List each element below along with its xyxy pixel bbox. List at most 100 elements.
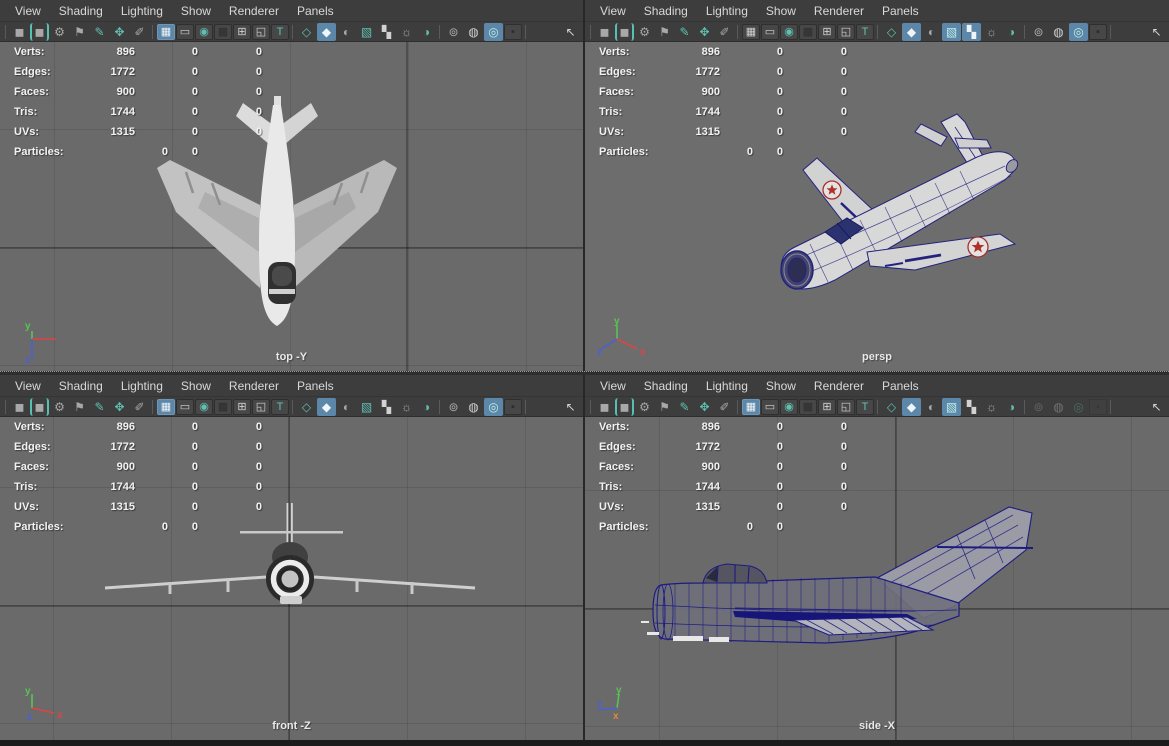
menu-show[interactable]: Show [757,2,805,20]
menu-shading[interactable]: Shading [50,377,112,395]
light-bulb-icon[interactable]: ☼ [982,23,1001,41]
multisample-icon[interactable]: ◎ [1069,22,1088,41]
menu-shading[interactable]: Shading [635,2,697,20]
pivot-tool-icon[interactable]: ✥ [695,23,714,41]
shaded-cube-icon[interactable]: ◆ [902,22,921,41]
motion-blur-icon[interactable]: ◍ [1049,23,1068,41]
menu-lighting[interactable]: Lighting [112,2,172,20]
select-camera-icon[interactable]: ◼ [10,23,29,41]
light-bulb-icon[interactable]: ☼ [397,398,416,416]
camera-attributes-icon[interactable]: ◼ [615,397,634,416]
menu-panels[interactable]: Panels [288,377,343,395]
menu-renderer[interactable]: Renderer [805,2,873,20]
resolution-gate-icon[interactable]: ◉ [780,398,798,415]
grease-pencil-icon[interactable]: ✎ [90,23,109,41]
multisample-icon[interactable]: ◎ [484,397,503,416]
camera-attributes-icon[interactable]: ◼ [30,397,49,416]
bookmark-icon[interactable]: ⚑ [70,23,89,41]
motion-blur-icon[interactable]: ◍ [464,23,483,41]
shadows-sphere-icon[interactable]: ◑ [417,23,436,41]
bookmark-icon[interactable]: ⚑ [655,23,674,41]
wireframe-cube-icon[interactable]: ◇ [297,398,316,416]
menu-lighting[interactable]: Lighting [112,377,172,395]
checker-ball-icon[interactable]: ▚ [962,398,981,416]
camera-attributes-icon[interactable]: ◼ [30,22,49,41]
shadows-sphere-icon[interactable]: ◑ [417,398,436,416]
shaded-cube-icon[interactable]: ◆ [902,397,921,416]
safe-title-icon[interactable]: T [271,23,289,40]
isolate-select-icon[interactable]: ↖ [1147,398,1166,416]
wireframe-cube-icon[interactable]: ◇ [297,23,316,41]
grease-pencil-icon[interactable]: ✎ [675,398,694,416]
menu-view[interactable]: View [591,377,635,395]
camera-settings-icon[interactable]: ⚙ [635,23,654,41]
menu-lighting[interactable]: Lighting [697,2,757,20]
pivot-tool-icon[interactable]: ✥ [695,398,714,416]
safe-title-icon[interactable]: T [856,23,874,40]
isolate-select-icon[interactable]: ↖ [561,398,580,416]
menu-panels[interactable]: Panels [288,2,343,20]
motion-blur-icon[interactable]: ◍ [1049,398,1068,416]
depth-of-field-icon[interactable]: ▪ [1089,398,1107,415]
grid-icon[interactable]: ▦ [742,398,760,415]
motion-blur-icon[interactable]: ◍ [464,398,483,416]
select-camera-icon[interactable]: ◼ [595,23,614,41]
shaded-cube-icon[interactable]: ◆ [317,22,336,41]
isolate-select-icon[interactable]: ↖ [561,23,580,41]
field-chart-icon[interactable]: ⊞ [818,398,836,415]
film-gate-icon[interactable]: ▭ [761,23,779,40]
select-camera-icon[interactable]: ◼ [10,398,29,416]
textured-cube-icon[interactable]: ▧ [942,22,961,41]
viewport-canvas-persp[interactable]: Verts: 896 0 0 Edges: 1772 0 0 Faces: 900 0 0 Tris: 1… [585,42,1169,371]
safe-action-icon[interactable]: ◱ [252,23,270,40]
shadows-sphere-icon[interactable]: ◑ [1002,398,1021,416]
depth-of-field-icon[interactable]: ▪ [504,398,522,415]
multisample-icon[interactable]: ◎ [484,22,503,41]
edit-pencil-icon[interactable]: ✐ [715,398,734,416]
edit-pencil-icon[interactable]: ✐ [715,23,734,41]
safe-title-icon[interactable]: T [856,398,874,415]
grid-icon[interactable]: ▦ [157,398,175,415]
pane-divider-vertical[interactable] [583,0,585,740]
field-chart-icon[interactable]: ⊞ [233,398,251,415]
viewport-canvas-top[interactable]: Verts: 896 0 0 Edges: 1772 0 0 Faces: 900 0 0 Tris: 1… [0,42,583,371]
menu-renderer[interactable]: Renderer [220,2,288,20]
light-bulb-icon[interactable]: ☼ [397,23,416,41]
gate-mask-icon[interactable]: ▩ [799,398,817,415]
wireframe-cube-icon[interactable]: ◇ [882,23,901,41]
select-camera-icon[interactable]: ◼ [595,398,614,416]
pane-divider-horizontal[interactable] [0,371,1169,375]
half-shaded-sphere-icon[interactable]: ◐ [337,23,356,41]
resolution-gate-icon[interactable]: ◉ [195,23,213,40]
half-shaded-sphere-icon[interactable]: ◐ [922,23,941,41]
ao-spheres-icon[interactable]: ⊚ [1029,398,1048,416]
grid-icon[interactable]: ▦ [742,23,760,40]
textured-cube-icon[interactable]: ▧ [942,397,961,416]
menu-show[interactable]: Show [172,2,220,20]
shaded-cube-icon[interactable]: ◆ [317,397,336,416]
half-shaded-sphere-icon[interactable]: ◐ [337,398,356,416]
bookmark-icon[interactable]: ⚑ [70,398,89,416]
checker-ball-icon[interactable]: ▚ [377,398,396,416]
pivot-tool-icon[interactable]: ✥ [110,398,129,416]
menu-view[interactable]: View [591,2,635,20]
menu-lighting[interactable]: Lighting [697,377,757,395]
wireframe-cube-icon[interactable]: ◇ [882,398,901,416]
menu-view[interactable]: View [6,377,50,395]
camera-settings-icon[interactable]: ⚙ [635,398,654,416]
menu-view[interactable]: View [6,2,50,20]
edit-pencil-icon[interactable]: ✐ [130,23,149,41]
menu-renderer[interactable]: Renderer [220,377,288,395]
field-chart-icon[interactable]: ⊞ [818,23,836,40]
isolate-select-icon[interactable]: ↖ [1147,23,1166,41]
ao-spheres-icon[interactable]: ⊚ [444,398,463,416]
grid-icon[interactable]: ▦ [157,23,175,40]
depth-of-field-icon[interactable]: ▪ [504,23,522,40]
bookmark-icon[interactable]: ⚑ [655,398,674,416]
edit-pencil-icon[interactable]: ✐ [130,398,149,416]
menu-panels[interactable]: Panels [873,2,928,20]
menu-shading[interactable]: Shading [635,377,697,395]
grease-pencil-icon[interactable]: ✎ [675,23,694,41]
safe-action-icon[interactable]: ◱ [837,398,855,415]
ao-spheres-icon[interactable]: ⊚ [1029,23,1048,41]
